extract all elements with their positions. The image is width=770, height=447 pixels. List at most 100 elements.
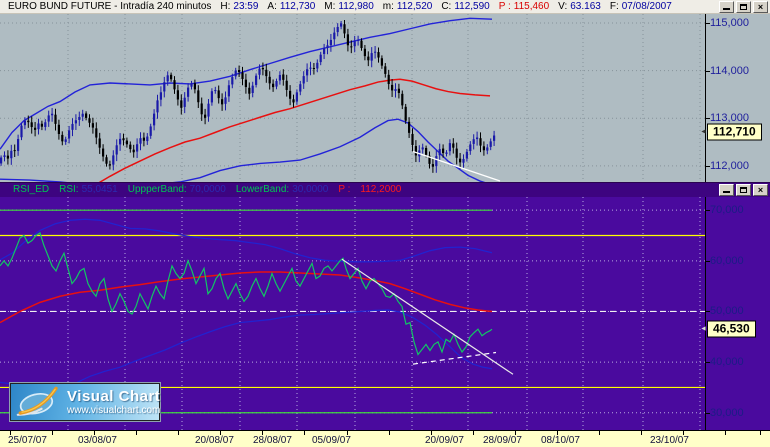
quote-volume: V: 63.163 [558,1,601,12]
indicator-name: RSI_ED [13,184,50,195]
candle-body [340,23,343,27]
price-y-axis: 115,000 114,000 113,000 112,000 ◄ 112,71… [700,14,770,182]
candle-body [40,123,43,127]
candle-body [142,137,145,141]
price-y-tick-112000: 112,000 [706,159,749,172]
candle-body [455,148,458,158]
candle-body [136,144,139,152]
candle-body [13,150,16,152]
candle-body [91,123,94,128]
candle-body [23,120,26,126]
maximize-button[interactable] [736,1,751,13]
date-label: 28/08/07 [253,435,292,446]
rsi-minimize-button[interactable] [719,184,734,196]
candle-body [102,148,105,157]
candle-body [357,39,360,41]
rsi-y-tick-40: 40,000 [706,356,744,369]
candle-body [139,138,142,144]
date-label: 20/09/07 [425,435,464,446]
quote-settlement: P :115,460 [498,1,550,12]
candle-body [329,39,332,46]
candle-body [278,74,281,81]
rsi-moving-average-path [0,271,493,324]
candle-body [221,99,224,105]
candle-body [88,118,91,123]
date-label: 23/10/07 [650,435,689,446]
candle-body [207,103,210,117]
quote-date: F: 07/08/2007 [609,1,672,12]
rsi-close-button[interactable]: × [753,184,768,196]
minimize-button[interactable] [719,1,734,13]
candle-body [289,90,292,99]
rsi-window-controls: × [717,184,768,196]
candle-body [391,84,394,91]
rsi-last-value: 46,530 [706,320,756,338]
date-tick [136,431,137,435]
candle-body [323,48,326,54]
candle-body [210,91,213,103]
candle-body [217,90,220,99]
candle-body [452,143,455,148]
candle-body [336,26,339,33]
quote-min: m: 112,520 [382,1,433,12]
visualchart-logo-icon [16,386,58,416]
candle-body [10,150,13,159]
candle-body [448,143,451,152]
candle-body [309,67,312,69]
candle-body [129,144,132,150]
candle-body [149,126,152,136]
candle-body [486,147,489,151]
candle-body [401,93,404,106]
candle-body [238,70,241,73]
minimize-icon [723,191,730,193]
candle-body [170,74,173,80]
candle-body [119,138,122,145]
candle-body [282,74,285,80]
candle-body [411,133,414,145]
candle-body [3,155,6,157]
candle-body [326,45,329,48]
candle-body [187,87,190,97]
candle-body [153,113,156,126]
close-button[interactable]: × [753,1,768,13]
candle-body [265,69,268,77]
candle-body [394,89,397,91]
candle-body [61,134,64,142]
visualchart-logo: Visual Chart www.visualchart.com [10,383,160,421]
candle-body [312,68,315,70]
candle-body [27,120,30,123]
rsi-maximize-button[interactable] [736,184,751,196]
candle-body [469,144,472,152]
candle-body [125,140,128,145]
candle-body [367,56,370,61]
candle-body [234,70,237,77]
price-chart-plot[interactable] [0,14,705,182]
rsi-y-axis: 70,000 60,000 50,000 40,000 30,000 ◄ 46,… [700,197,770,430]
upperband-label: UppperBand: [127,184,187,195]
candle-body [472,139,475,144]
date-label: 05/09/07 [312,435,351,446]
minimize-icon [723,8,730,10]
maximize-icon [740,4,747,10]
candle-body [387,74,390,85]
candle-body [258,68,261,75]
quote-close: C: 112,590 [441,1,490,12]
rsi-last-value-marker: ◄ 46,530 [700,320,756,338]
candle-body [414,146,417,156]
candle-body [47,115,50,122]
candle-body [20,125,23,138]
candle-body [479,138,482,146]
candle-body [384,66,387,74]
candle-body [363,48,366,57]
price-y-tick-113000: 113,000 [706,112,749,125]
candle-body [438,149,441,156]
last-price-marker: ◄ 112,710 [700,123,762,141]
candle-body [377,52,380,58]
candle-body [285,80,288,90]
candle-body [353,41,356,47]
candle-body [68,130,71,139]
date-label: 25/07/07 [8,435,47,446]
candle-body [302,76,305,84]
candle-body [462,158,465,163]
candle-body [295,92,298,102]
